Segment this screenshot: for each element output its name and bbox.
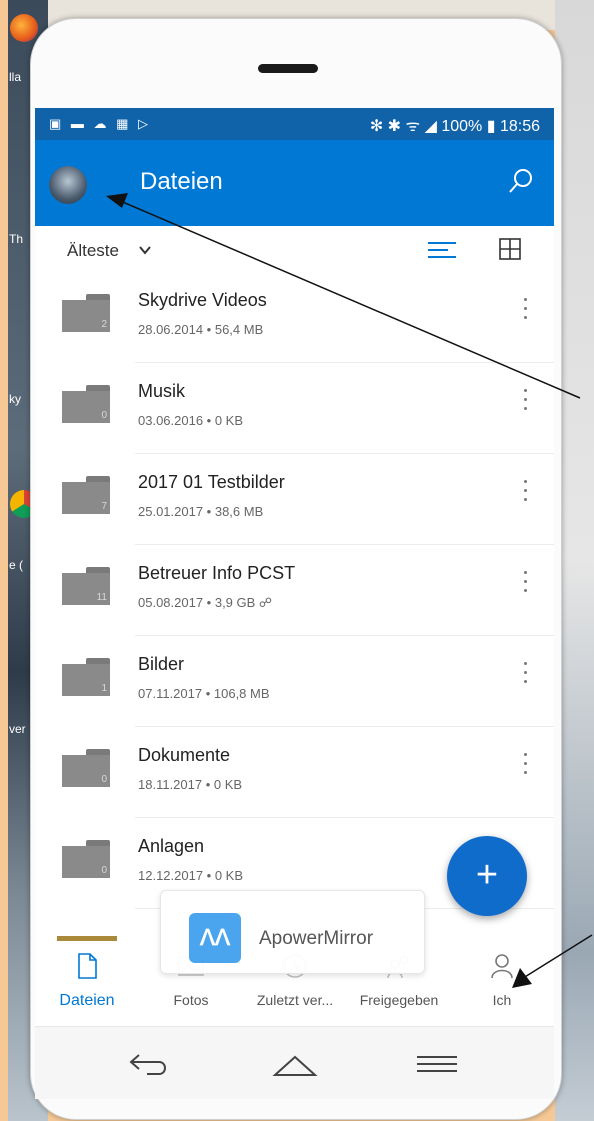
file-name: Dokumente bbox=[138, 745, 231, 765]
list-view-icon[interactable] bbox=[428, 241, 456, 259]
status-icons-left: ▣ ▬ ☁ ▦ ▷ bbox=[49, 116, 152, 131]
avatar[interactable] bbox=[49, 166, 87, 204]
folder-item-count: 0 bbox=[101, 865, 107, 876]
desktop-label: ver bbox=[9, 722, 26, 736]
tab-dateien[interactable]: Dateien bbox=[35, 952, 139, 1010]
partial-item-thumbnail bbox=[57, 936, 117, 941]
tab-label: Fotos bbox=[173, 992, 209, 1008]
more-options-icon[interactable] bbox=[524, 662, 528, 690]
file-name: Bilder bbox=[138, 654, 185, 674]
file-list: 2 Skydrive Videos 28.06.2014 • 56,4 MB 0… bbox=[35, 272, 554, 909]
desktop-label: Th bbox=[9, 232, 24, 246]
menu-icon[interactable] bbox=[413, 1049, 461, 1079]
file-name: Anlagen bbox=[138, 836, 205, 856]
file-name: 2017 01 Testbilder bbox=[138, 472, 285, 492]
app-bar: Dateien bbox=[35, 140, 554, 226]
file-meta: 12.12.2017 • 0 KB bbox=[138, 868, 244, 883]
file-name: Betreuer Info PCST bbox=[138, 563, 296, 583]
tab-label: Freigegeben bbox=[359, 992, 439, 1008]
grid-view-icon[interactable] bbox=[499, 238, 521, 260]
sort-order-dropdown[interactable]: Älteste bbox=[67, 241, 119, 261]
file-meta: 18.11.2017 • 0 KB bbox=[138, 777, 243, 792]
apowermirror-overlay[interactable]: ꓥꓥ ApowerMirror bbox=[160, 890, 425, 974]
list-item[interactable]: 0 Musik 03.06.2016 • 0 KB bbox=[35, 363, 554, 454]
list-item[interactable]: 7 2017 01 Testbilder 25.01.2017 • 38,6 M… bbox=[35, 454, 554, 545]
status-info-right: ✻ ✱ ᯤ ◢ 100% ▮ 18:56 bbox=[369, 118, 540, 135]
apowermirror-logo-icon: ꓥꓥ bbox=[189, 913, 241, 963]
more-options-icon[interactable] bbox=[524, 753, 528, 781]
folder-icon: 0 bbox=[62, 749, 110, 787]
folder-item-count: 0 bbox=[101, 410, 107, 421]
more-options-icon[interactable] bbox=[524, 389, 528, 417]
apowermirror-label: ApowerMirror bbox=[259, 928, 374, 949]
list-item[interactable]: 1 Bilder 07.11.2017 • 106,8 MB bbox=[35, 636, 554, 727]
tab-me[interactable]: Ich bbox=[450, 952, 554, 1008]
folder-icon: 11 bbox=[62, 567, 110, 605]
search-icon[interactable] bbox=[506, 166, 536, 196]
list-item[interactable]: 11 Betreuer Info PCST 05.08.2017 • 3,9 G… bbox=[35, 545, 554, 636]
folder-icon: 0 bbox=[62, 385, 110, 423]
file-name: Musik bbox=[138, 381, 186, 401]
folder-item-count: 7 bbox=[101, 501, 107, 512]
folder-item-count: 0 bbox=[101, 774, 107, 785]
desktop-label: e ( bbox=[9, 558, 24, 572]
system-navigation-bar bbox=[35, 1026, 554, 1099]
file-name: Skydrive Videos bbox=[138, 290, 267, 310]
back-icon[interactable] bbox=[125, 1049, 173, 1079]
folder-icon: 7 bbox=[62, 476, 110, 514]
tab-label: Ich bbox=[492, 992, 512, 1008]
file-meta: 07.11.2017 • 106,8 MB bbox=[138, 686, 270, 701]
person-icon bbox=[491, 954, 513, 979]
folder-icon: 0 bbox=[62, 840, 110, 878]
desktop-label: ky bbox=[9, 392, 21, 406]
file-meta: 25.01.2017 • 38,6 MB bbox=[138, 504, 264, 519]
tab-label: Zuletzt ver... bbox=[256, 992, 334, 1008]
phone-speaker bbox=[258, 64, 318, 73]
status-bar: ▣ ▬ ☁ ▦ ▷ ✻ ✱ ᯤ ◢ 100% ▮ 18:56 bbox=[35, 108, 554, 140]
folder-icon: 1 bbox=[62, 658, 110, 696]
folder-item-count: 2 bbox=[101, 319, 107, 330]
list-item[interactable]: 2 Skydrive Videos 28.06.2014 • 56,4 MB bbox=[35, 272, 554, 363]
list-item[interactable]: 0 Dokumente 18.11.2017 • 0 KB bbox=[35, 727, 554, 818]
desktop-label: lla bbox=[9, 70, 22, 84]
tab-label: Dateien bbox=[59, 992, 115, 1009]
file-meta: 03.06.2016 • 0 KB bbox=[138, 413, 244, 428]
home-icon[interactable] bbox=[271, 1049, 319, 1079]
add-button[interactable]: + bbox=[447, 836, 527, 916]
sort-toolbar: Älteste bbox=[35, 226, 554, 272]
page-title: Dateien bbox=[140, 168, 223, 195]
folder-icon: 2 bbox=[62, 294, 110, 332]
folder-item-count: 11 bbox=[96, 592, 107, 603]
more-options-icon[interactable] bbox=[524, 571, 528, 599]
more-options-icon[interactable] bbox=[524, 298, 528, 326]
folder-item-count: 1 bbox=[101, 683, 107, 694]
app-screen: ▣ ▬ ☁ ▦ ▷ ✻ ✱ ᯤ ◢ 100% ▮ 18:56 Dateien Ä… bbox=[35, 108, 554, 1026]
firefox-icon[interactable] bbox=[10, 14, 38, 42]
file-icon bbox=[78, 953, 97, 979]
chevron-down-icon[interactable] bbox=[138, 243, 152, 257]
file-meta: 28.06.2014 • 56,4 MB bbox=[138, 322, 264, 337]
file-meta: 05.08.2017 • 3,9 GB ☍ bbox=[138, 595, 273, 610]
more-options-icon[interactable] bbox=[524, 480, 528, 508]
